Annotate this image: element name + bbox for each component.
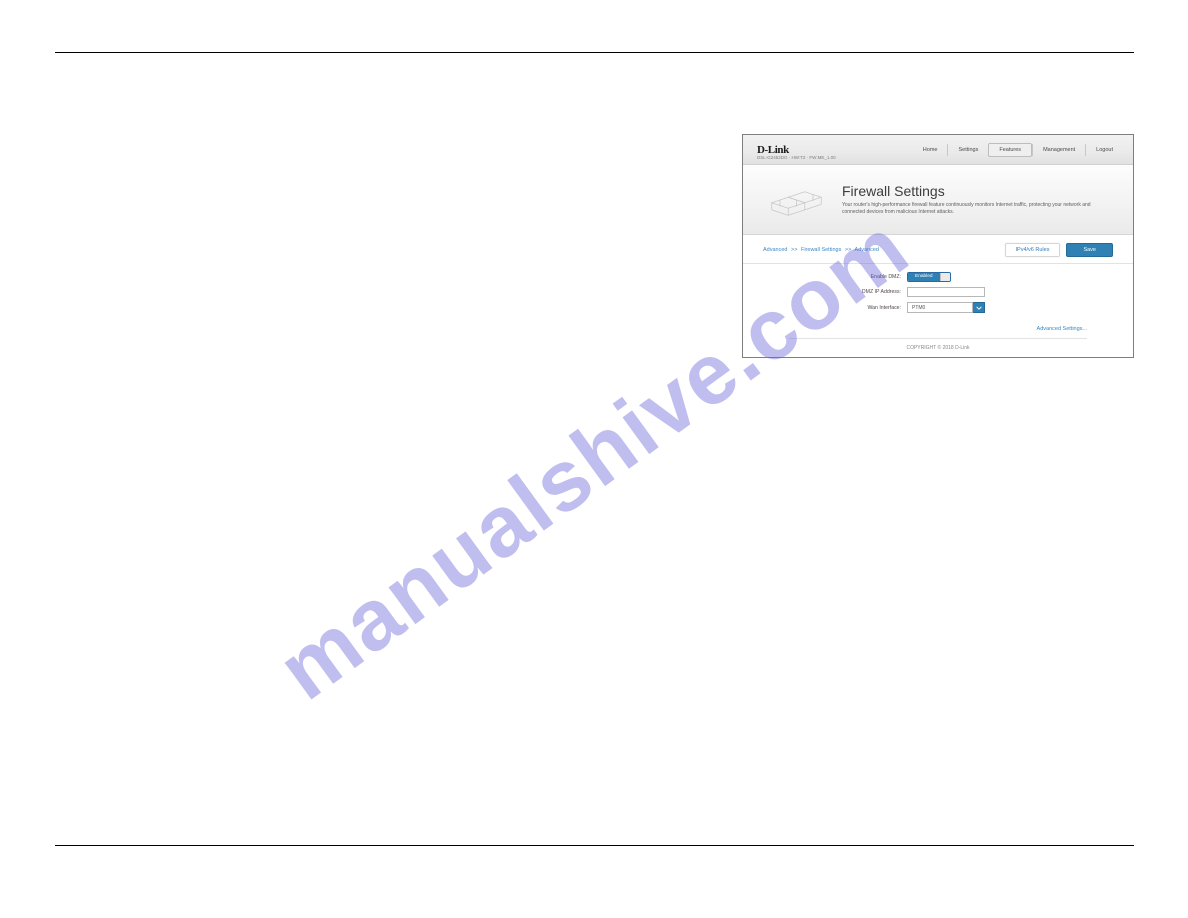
input-dmz-ip[interactable] — [907, 287, 985, 297]
crumb-1[interactable]: Advanced — [763, 247, 787, 253]
crumb-sep-2: >> — [845, 247, 851, 253]
nav-features[interactable]: Features — [988, 143, 1032, 157]
action-buttons: IPv4/v6 Rules Save — [1005, 243, 1113, 257]
page-title: Firewall Settings — [842, 183, 1102, 199]
device-subline: DSL-G2452DG · HW:T2 · FW:ME_1.00 — [757, 155, 836, 160]
crumb-sep-1: >> — [791, 247, 797, 253]
select-wan-interface[interactable]: PTM0 — [907, 302, 985, 313]
brand-logo: D-Link — [757, 144, 789, 156]
row-wan-interface: Wan Interface: PTM0 — [763, 302, 1087, 313]
page-rule-bottom — [55, 845, 1134, 846]
save-button[interactable]: Save — [1066, 243, 1113, 257]
top-nav: Home Settings Features Management Logout — [913, 143, 1123, 157]
crumb-row: Advanced >> Firewall Settings >> Advance… — [743, 235, 1133, 264]
chevron-down-icon[interactable] — [973, 302, 985, 313]
nav-management[interactable]: Management — [1032, 144, 1085, 156]
select-value: PTM0 — [907, 302, 973, 313]
crumb-3[interactable]: Advanced — [855, 247, 879, 253]
label-wan-interface: Wan Interface: — [763, 305, 901, 311]
title-band: Firewall Settings Your router's high-per… — [743, 165, 1133, 235]
title-text-block: Firewall Settings Your router's high-per… — [842, 183, 1102, 217]
page-description: Your router's high-performance firewall … — [842, 202, 1102, 217]
copyright-footer: COPYRIGHT © 2018 D-Link — [789, 338, 1087, 351]
toggle-knob — [940, 272, 950, 282]
router-header: D-Link DSL-G2452DG · HW:T2 · FW:ME_1.00 … — [743, 135, 1133, 165]
label-enable-dmz: Enable DMZ: — [763, 274, 901, 280]
row-enable-dmz: Enable DMZ: Enabled — [763, 272, 1087, 282]
nav-home[interactable]: Home — [913, 144, 948, 156]
firewall-icon — [769, 182, 824, 218]
rules-button[interactable]: IPv4/v6 Rules — [1005, 243, 1061, 257]
toggle-state-text: Enabled — [908, 272, 940, 282]
toggle-enable-dmz[interactable]: Enabled — [907, 272, 951, 282]
row-dmz-ip: DMZ IP Address: — [763, 287, 1087, 297]
nav-logout[interactable]: Logout — [1085, 144, 1123, 156]
label-dmz-ip: DMZ IP Address: — [763, 289, 901, 295]
crumb-2[interactable]: Firewall Settings — [801, 247, 841, 253]
advanced-settings-link[interactable]: Advanced Settings... — [743, 322, 1133, 338]
router-admin-panel: D-Link DSL-G2452DG · HW:T2 · FW:ME_1.00 … — [742, 134, 1134, 358]
nav-settings[interactable]: Settings — [947, 144, 988, 156]
breadcrumb: Advanced >> Firewall Settings >> Advance… — [763, 247, 879, 253]
page-rule-top — [55, 52, 1134, 53]
form-area: Enable DMZ: Enabled DMZ IP Address: Wan … — [743, 264, 1133, 322]
